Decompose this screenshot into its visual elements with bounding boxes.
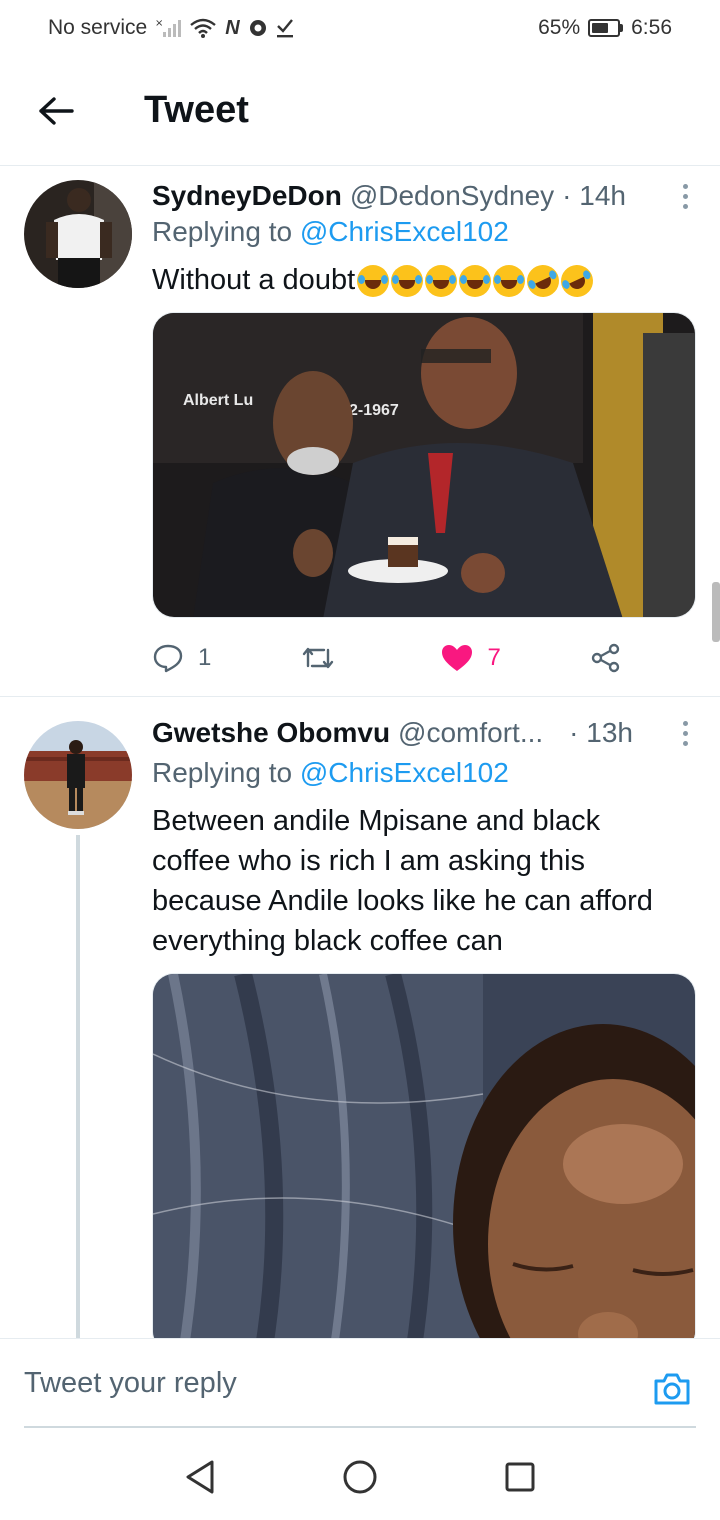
reply-input-underline: [24, 1426, 696, 1428]
carrier-text: No service: [48, 16, 148, 39]
reply-composer: Tweet your reply: [0, 1338, 720, 1434]
nfc-icon: N: [225, 16, 240, 39]
joy-emoji-icon: [459, 265, 492, 298]
tweet[interactable]: Gwetshe Obomvu @comfort... · 13h Replyin…: [0, 697, 720, 1353]
user-handle[interactable]: @comfort...: [398, 717, 543, 749]
status-right: 65% 6:56: [538, 16, 672, 40]
tweet-text-content: Without a doubt: [152, 264, 356, 296]
tweet-text: Without a doubt: [152, 260, 684, 303]
page-title: Tweet: [144, 89, 249, 131]
like-count: 7: [487, 644, 501, 671]
photo-sleeping-baby: [153, 974, 695, 1352]
avatar-image: [24, 180, 132, 288]
tweet-text-line: coffee who is rich I am asking this: [152, 845, 586, 877]
square-recents-icon: [505, 1462, 535, 1492]
tweet-timestamp[interactable]: · 14h: [562, 180, 626, 212]
reply-action[interactable]: 1: [152, 643, 211, 673]
replying-to-label: Replying to: [152, 216, 293, 247]
top-app-bar: Tweet: [0, 56, 720, 166]
retweet-action[interactable]: [300, 644, 350, 672]
reply-input[interactable]: Tweet your reply: [24, 1367, 237, 1400]
status-bar: No service × N 65% 6:56: [0, 0, 720, 56]
avatar-image: [24, 721, 132, 829]
share-icon: [591, 643, 620, 673]
rofl-emoji-icon: [521, 260, 565, 303]
user-handle[interactable]: @DedonSydney: [350, 180, 554, 212]
tweet-text-line: everything black coffee can: [152, 925, 503, 957]
tweet-header: Gwetshe Obomvu @comfort... · 13h: [152, 713, 692, 753]
display-name[interactable]: SydneyDeDon: [152, 180, 342, 212]
vpn-icon: [249, 20, 266, 36]
retweet-icon: [303, 647, 334, 669]
tweet-image[interactable]: Albert Lu 2-1967: [152, 312, 696, 618]
avatar[interactable]: [24, 180, 132, 288]
joy-emoji-icon: [391, 265, 424, 298]
nav-back-button[interactable]: [178, 1455, 222, 1499]
tweet[interactable]: SydneyDeDon @DedonSydney · 14h Replying …: [0, 166, 720, 696]
reply-bubble-icon: [153, 644, 183, 673]
battery-percent: 65%: [538, 16, 581, 39]
replying-to: Replying to @ChrisExcel102: [152, 216, 509, 248]
photo-two-men-eating-cake: Albert Lu 2-1967: [153, 313, 695, 617]
replying-to: Replying to @ChrisExcel102: [152, 757, 509, 789]
like-action[interactable]: 7: [440, 643, 501, 673]
system-nav-bar: [0, 1434, 720, 1520]
tweet-actions: 1 7: [152, 638, 622, 678]
tweet-text-line: Between andile Mpisane and black: [152, 805, 601, 837]
share-action[interactable]: [590, 643, 622, 673]
heart-filled-icon: [441, 645, 472, 671]
tweet-image[interactable]: [152, 973, 696, 1353]
nav-recents-button[interactable]: [498, 1455, 542, 1499]
tweet-header: SydneyDeDon @DedonSydney · 14h: [152, 176, 692, 216]
tweet-text: Between andile Mpisane and black coffee …: [152, 801, 684, 961]
back-button[interactable]: [26, 81, 86, 141]
joy-emoji-icon: [357, 265, 390, 298]
arrow-left-icon: [39, 96, 74, 125]
nav-home-button[interactable]: [338, 1455, 382, 1499]
circle-home-icon: [343, 1460, 377, 1494]
wifi-icon: [190, 18, 216, 38]
tweet-text-line: because Andile looks like he can afford: [152, 885, 653, 917]
signal-icon: ×: [155, 18, 182, 37]
svg-text:×: ×: [155, 18, 163, 29]
scrollbar-thumb[interactable]: [712, 582, 720, 642]
reply-count: 1: [198, 644, 212, 671]
display-name[interactable]: Gwetshe Obomvu: [152, 717, 390, 749]
status-left: No service × N: [48, 16, 294, 40]
replying-to-handle[interactable]: @ChrisExcel102: [300, 216, 509, 247]
clock: 6:56: [631, 16, 672, 39]
tweet-timestamp[interactable]: · 13h: [569, 717, 633, 749]
emoji-row: [357, 260, 599, 303]
camera-icon[interactable]: [652, 1369, 692, 1409]
battery-icon: [588, 19, 624, 37]
rofl-emoji-icon: [555, 260, 599, 303]
more-options-icon[interactable]: [679, 720, 692, 746]
replying-to-label: Replying to: [152, 757, 293, 788]
banner-text-left: Albert Lu: [183, 392, 253, 409]
joy-emoji-icon: [493, 265, 526, 298]
thread-line: [76, 835, 80, 1338]
avatar[interactable]: [24, 721, 132, 829]
replying-to-handle[interactable]: @ChrisExcel102: [300, 757, 509, 788]
banner-text-right: 2-1967: [349, 402, 399, 419]
download-check-icon: [276, 19, 293, 38]
joy-emoji-icon: [425, 265, 458, 298]
more-options-icon[interactable]: [679, 183, 692, 209]
triangle-back-icon: [186, 1460, 214, 1494]
